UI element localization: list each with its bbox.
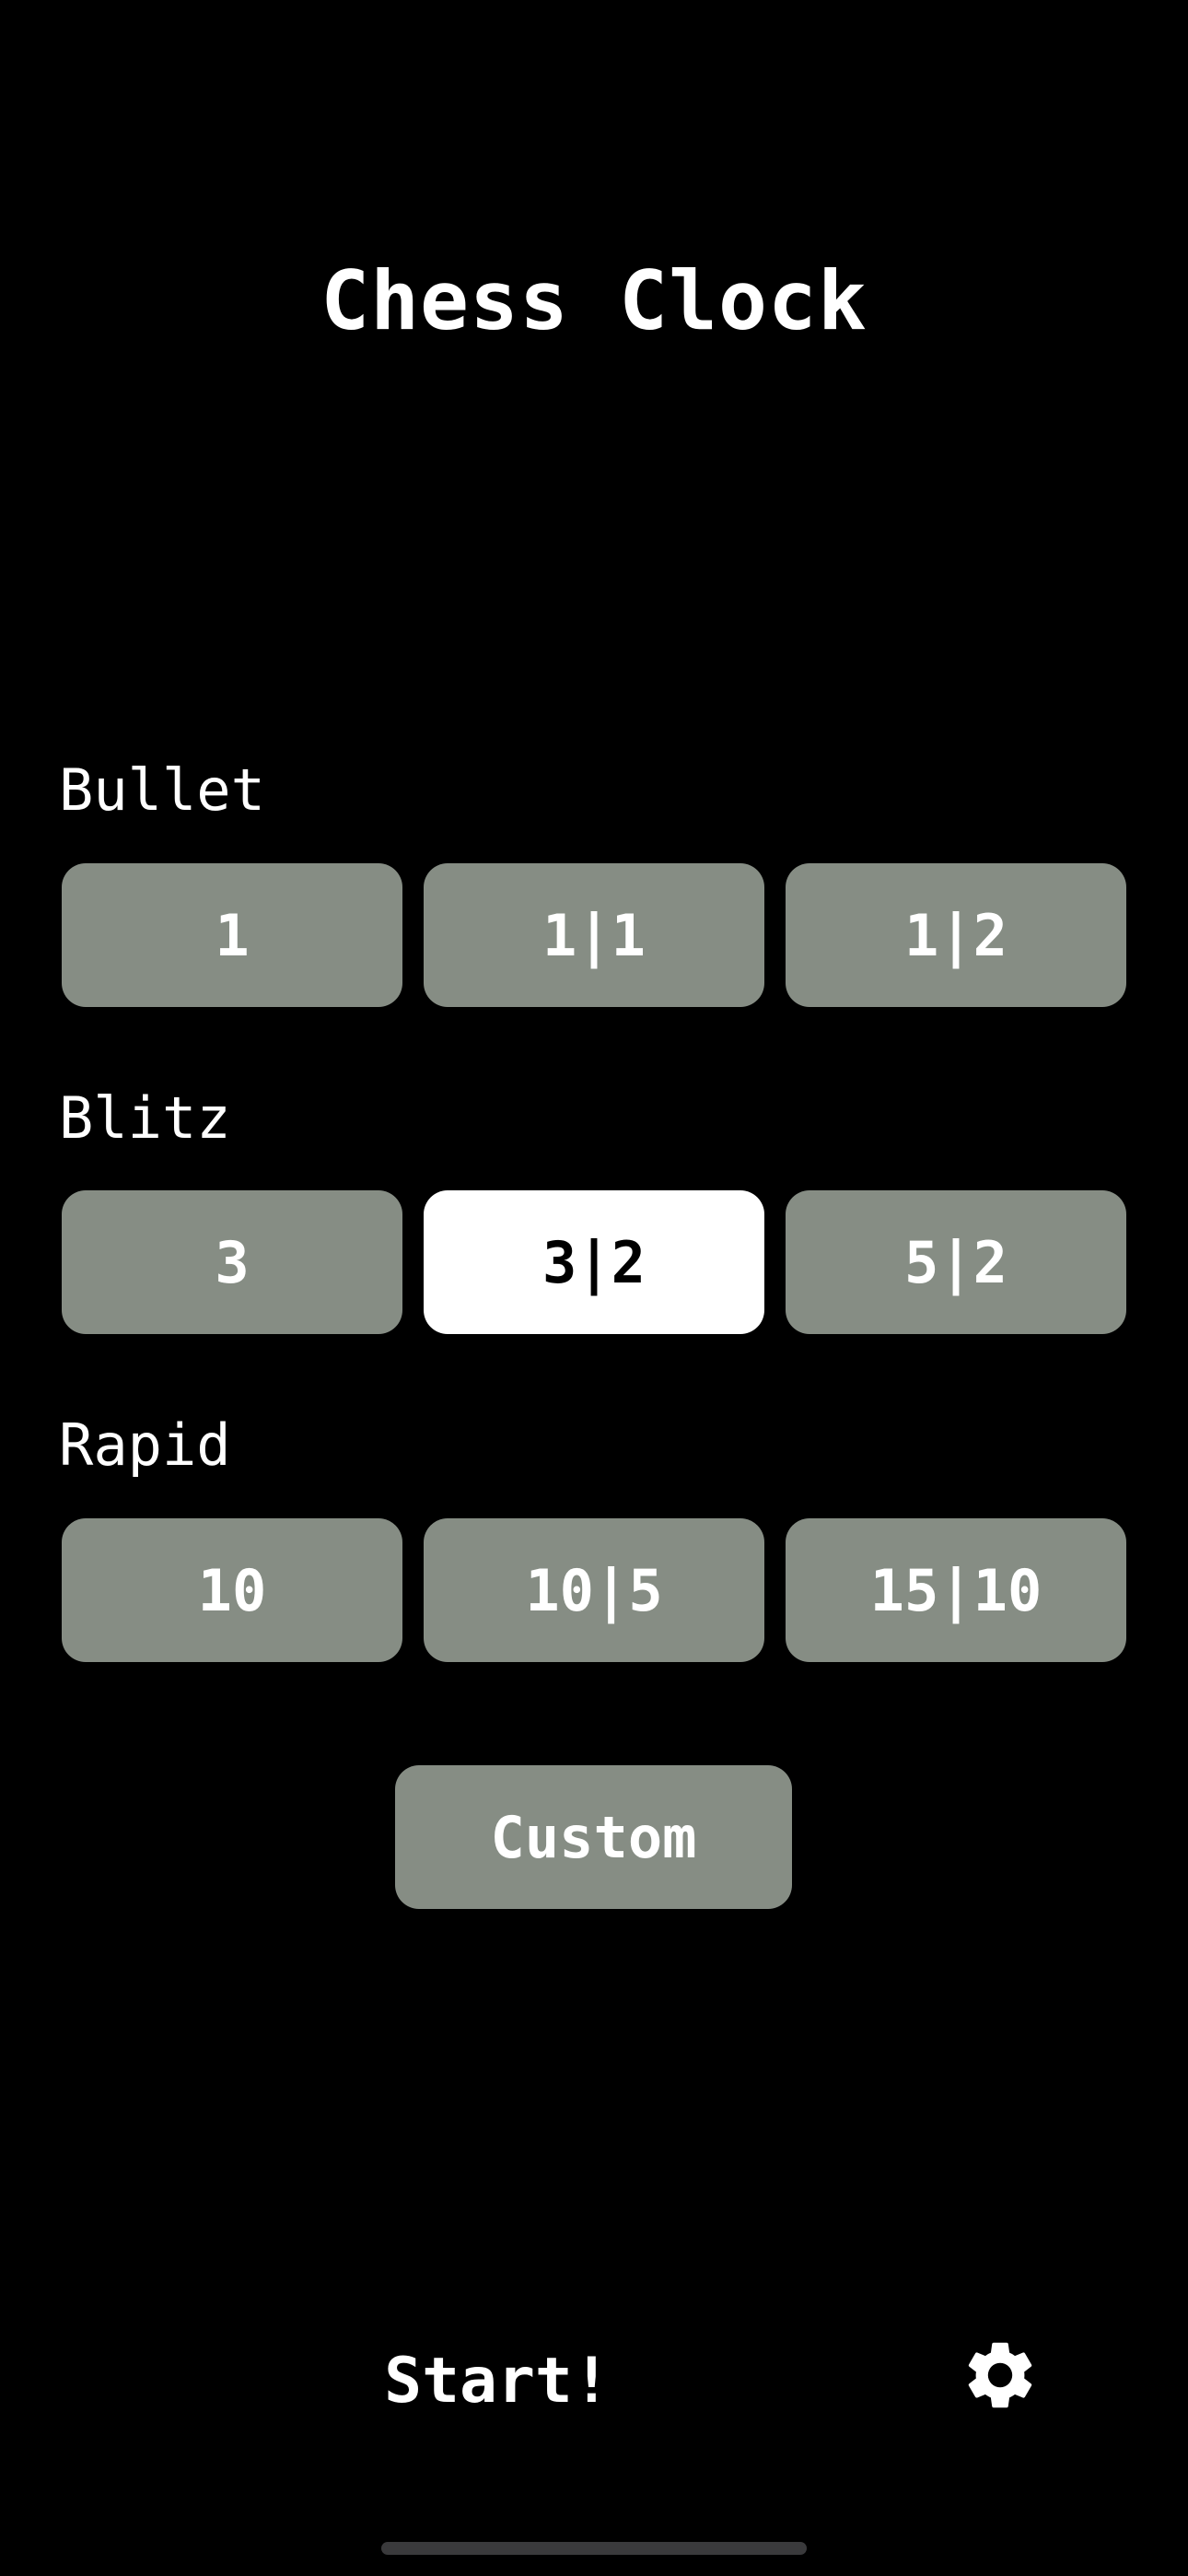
section-label-rapid: Rapid: [59, 1411, 231, 1479]
preset-row-bullet: 1 1|1 1|2: [62, 863, 1126, 1007]
preset-button-3[interactable]: 3: [62, 1190, 402, 1334]
settings-button[interactable]: [958, 2333, 1042, 2418]
preset-button-3-2[interactable]: 3|2: [424, 1190, 764, 1334]
page-title: Chess Clock: [320, 253, 868, 348]
preset-button-1-1[interactable]: 1|1: [424, 863, 764, 1007]
preset-button-1-2[interactable]: 1|2: [786, 863, 1126, 1007]
preset-row-blitz: 3 3|2 5|2: [62, 1190, 1126, 1334]
start-button[interactable]: Start!: [350, 2340, 645, 2423]
section-label-bullet: Bullet: [59, 756, 265, 824]
preset-button-10-5[interactable]: 10|5: [424, 1518, 764, 1662]
preset-button-10[interactable]: 10: [62, 1518, 402, 1662]
preset-button-15-10[interactable]: 15|10: [786, 1518, 1126, 1662]
preset-row-rapid: 10 10|5 15|10: [62, 1518, 1126, 1662]
gear-icon: [968, 2342, 1032, 2408]
preset-button-1[interactable]: 1: [62, 863, 402, 1007]
home-indicator: [381, 2542, 807, 2555]
section-label-blitz: Blitz: [59, 1084, 231, 1152]
preset-button-5-2[interactable]: 5|2: [786, 1190, 1126, 1334]
custom-button[interactable]: Custom: [395, 1765, 792, 1909]
